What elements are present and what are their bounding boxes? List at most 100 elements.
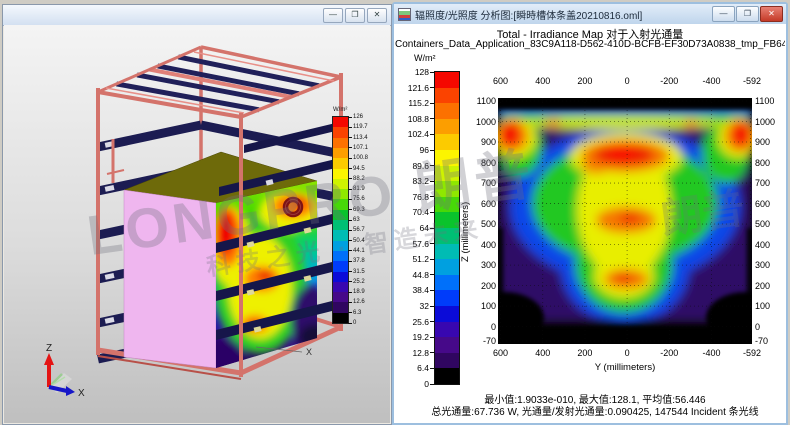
viewport-colorbar-tick-label: 69.3 xyxy=(348,207,365,213)
viewport-colorbar-tick-label: 94.5 xyxy=(348,166,365,172)
heatmap-canvas xyxy=(498,98,752,344)
y-axis-tick-label-right: 500 xyxy=(755,219,770,229)
restore-button[interactable]: ❐ xyxy=(736,6,759,22)
viewport-colorbar-segment xyxy=(333,117,348,128)
irradiance-window-titlebar[interactable]: 辐照度/光照度 分析图:[瞬時槽体条盖20210816.oml] — ❐ ✕ xyxy=(394,4,786,25)
viewport-colorbar-segment xyxy=(333,230,348,241)
restore-button[interactable]: ❐ xyxy=(345,8,365,23)
minimize-button[interactable]: — xyxy=(323,8,343,23)
colorbar-tick-label: 102.4 xyxy=(394,129,434,139)
z-axis-label: Z xyxy=(46,343,52,354)
viewport-colorbar-segment xyxy=(333,282,348,293)
y-axis-tick-label-right: 200 xyxy=(755,281,770,291)
colorbar-tick-label: 83.2 xyxy=(394,176,434,186)
colorbar-tick-label: 76.8 xyxy=(394,192,434,202)
heatmap-plot xyxy=(498,98,752,344)
colorbar-segment xyxy=(435,368,459,384)
colorbar-tick-label: 128 xyxy=(394,67,434,77)
viewport-colorbar-segment xyxy=(333,220,348,231)
viewport-colorbar-tick-label: 107.1 xyxy=(348,145,368,151)
model-view-window: — ❐ ✕ xyxy=(2,4,392,425)
viewport-colorbar-segment xyxy=(333,241,348,252)
x-axis-tick-label-top: 0 xyxy=(610,76,644,86)
y-axis-tick-label-right: -70 xyxy=(755,336,768,346)
x-axis-label: X xyxy=(78,388,85,399)
viewport-colorbar-segment xyxy=(333,272,348,283)
x-axis-tick-label-top: 200 xyxy=(568,76,602,86)
x-axis-tick-label-top: -200 xyxy=(652,76,686,86)
irradiance-window-title: 辐照度/光照度 分析图:[瞬時槽体条盖20210816.oml] xyxy=(415,7,642,22)
chart-subtitle: Containers_Data_Application_83C9A118-D56… xyxy=(395,39,785,50)
viewport-colorbar-tick-label: 113.4 xyxy=(348,135,368,141)
viewport-colorbar-segment xyxy=(333,210,348,221)
viewport-colorbar-segment xyxy=(333,148,348,159)
colorbar-tick-label: 57.6 xyxy=(394,239,434,249)
viewport-colorbar-tick-label: 25.2 xyxy=(348,279,365,285)
x-axis-tick-label-bottom: -400 xyxy=(694,348,728,358)
viewport-colorbar-tick-label: 63 xyxy=(348,217,360,223)
viewport-colorbar-unit: W/m² xyxy=(333,107,347,113)
viewport-colorbar-tick-label: 6.3 xyxy=(348,310,361,316)
viewport-colorbar-segment xyxy=(333,179,348,190)
y-axis-tick-label-right: 900 xyxy=(755,137,770,147)
colorbar-tick-label: 32 xyxy=(394,301,434,311)
viewport-colorbar-tick-label: 81.9 xyxy=(348,186,365,192)
close-button[interactable]: ✕ xyxy=(367,8,387,23)
viewport-colorbar-tick-label: 37.8 xyxy=(348,258,365,264)
y-axis-title: Z (millimeters) xyxy=(460,202,471,262)
viewport-colorbar-segment xyxy=(333,138,348,149)
y-axis-tick-label-left: 700 xyxy=(452,178,496,188)
viewport-colorbar-segment xyxy=(333,199,348,210)
minimize-button[interactable]: — xyxy=(712,6,735,22)
viewport-colorbar-tick-label: 88.2 xyxy=(348,176,365,182)
viewport-colorbar-tick-label: 31.5 xyxy=(348,269,365,275)
colorbar-segment xyxy=(435,353,459,369)
y-axis-tick-label-right: 0 xyxy=(755,322,760,332)
x-axis-tick-label-top: -400 xyxy=(694,76,728,86)
colorbar-tick-label: 121.6 xyxy=(394,83,434,93)
colorbar-tick-label: 115.2 xyxy=(394,98,434,108)
y-axis-tick-label-left: 100 xyxy=(452,301,496,311)
viewport-colorbar-segment xyxy=(333,158,348,169)
viewport-colorbar-tick-label: 0 xyxy=(348,320,356,326)
viewport-colorbar-segment xyxy=(333,292,348,303)
colorbar-tick-label: 12.8 xyxy=(394,348,434,358)
y-axis-tick-label-left: 0 xyxy=(452,322,496,332)
colorbar-unit: W/m² xyxy=(414,53,436,63)
x-axis-title: Y (millimeters) xyxy=(498,362,752,373)
viewport-colorbar-segment xyxy=(333,127,348,138)
y-axis-tick-label-left: 200 xyxy=(452,281,496,291)
x-axis-tick-label-bottom: 0 xyxy=(610,348,644,358)
viewport-colorbar-tick-label: 18.9 xyxy=(348,289,365,295)
close-button[interactable]: ✕ xyxy=(760,6,783,22)
y-axis-tick-label-left: 400 xyxy=(452,240,496,250)
viewport-colorbar-segment xyxy=(333,189,348,200)
model-window-titlebar[interactable]: — ❐ ✕ xyxy=(3,5,391,26)
irradiance-map-client: Total - Irradiance Map 对于入射光通量 Container… xyxy=(394,24,786,423)
x-axis-tick-label-bottom: 400 xyxy=(526,348,560,358)
y-axis-tick-label-right: 600 xyxy=(755,199,770,209)
colorbar-tick-label: 0 xyxy=(394,379,434,389)
dimension-label: X xyxy=(306,347,312,357)
colorbar-tick-label: 19.2 xyxy=(394,332,434,342)
viewport-colorbar-tick-label: 12.6 xyxy=(348,299,365,305)
x-axis-tick-label-top: 400 xyxy=(526,76,560,86)
x-axis-tick-label-bottom: -592 xyxy=(735,348,769,358)
colorbar-tick-label: 51.2 xyxy=(394,254,434,264)
viewport-colorbar-bar xyxy=(333,117,348,323)
colorbar-tick-label: 44.8 xyxy=(394,270,434,280)
model-3d-viewport[interactable]: X Z X W/m² 126119.7113.4107.1100.894.588… xyxy=(4,25,390,423)
x-axis-tick-label-top: 600 xyxy=(484,76,518,86)
viewport-colorbar: W/m² 126119.7113.4107.1100.894.588.281.9… xyxy=(330,107,390,337)
viewport-colorbar-tick-label: 100.8 xyxy=(348,155,368,161)
y-axis-tick-label-left: 900 xyxy=(452,137,496,147)
y-axis-tick-label-right: 100 xyxy=(755,301,770,311)
irradiance-map-window: 辐照度/光照度 分析图:[瞬時槽体条盖20210816.oml] — ❐ ✕ T… xyxy=(392,2,788,425)
colorbar-tick-label: 89.6 xyxy=(394,161,434,171)
viewport-colorbar-segment xyxy=(333,251,348,262)
viewport-colorbar-segment xyxy=(333,261,348,272)
window-icon xyxy=(398,8,411,21)
viewport-colorbar-segment xyxy=(333,302,348,313)
y-axis-tick-label-left: 1100 xyxy=(452,96,496,106)
colorbar-tick-label: 70.4 xyxy=(394,207,434,217)
